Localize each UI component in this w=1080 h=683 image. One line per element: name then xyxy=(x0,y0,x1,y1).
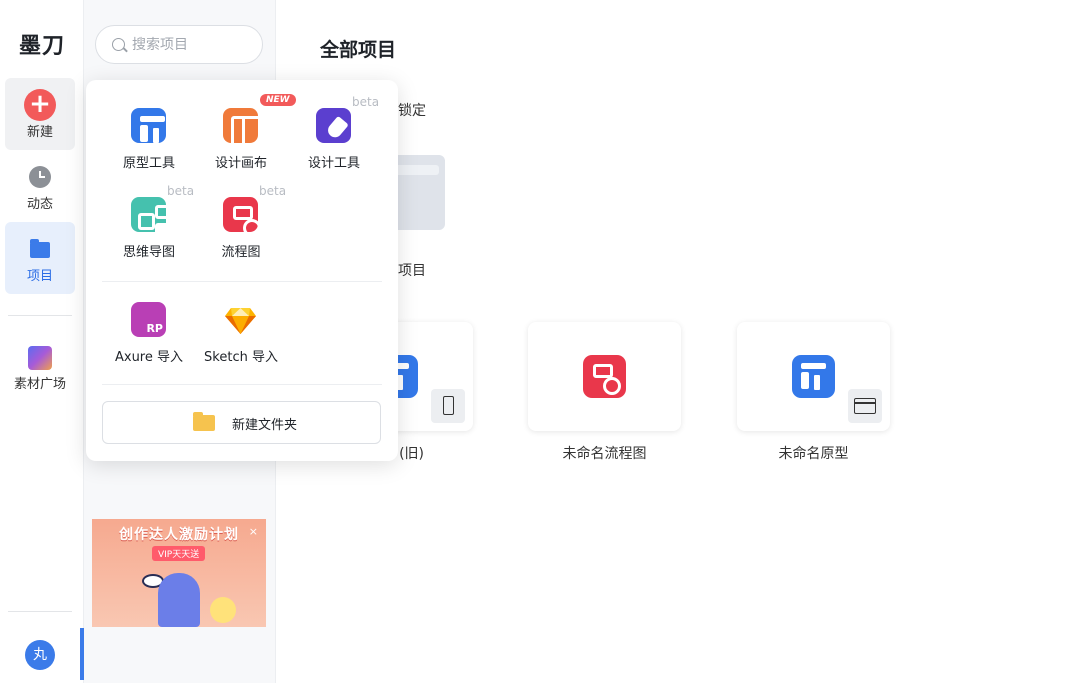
rail-item-activity[interactable]: 动态 xyxy=(5,150,75,222)
mindmap-icon xyxy=(131,197,172,232)
page-title: 全部项目 xyxy=(320,39,397,61)
menu-item-label: Axure 导入 xyxy=(114,350,183,365)
folder-icon xyxy=(193,412,215,431)
new-folder-button[interactable]: 新建文件夹 xyxy=(102,401,381,444)
rail-item-projects[interactable]: 项目 xyxy=(5,222,75,294)
project-card[interactable] xyxy=(528,322,681,431)
menu-item-label: Sketch 导入 xyxy=(204,350,278,365)
rail-divider xyxy=(8,315,72,316)
banner-title: 创作达人激励计划 xyxy=(119,527,239,543)
rail-item-label: 新建 xyxy=(26,125,53,140)
menu-item-flowchart[interactable]: 流程图 xyxy=(196,197,286,267)
new-badge: NEW xyxy=(260,94,296,106)
flowchart-icon xyxy=(583,355,626,398)
phone-icon xyxy=(443,396,454,415)
popup-divider xyxy=(102,281,382,282)
menu-item-label: 思维导图 xyxy=(122,245,175,260)
folder-icon xyxy=(30,239,50,258)
menu-item-prototype-tool[interactable]: 原型工具 xyxy=(104,108,194,178)
beta-badge: beta xyxy=(259,184,287,198)
rail-divider xyxy=(8,611,72,612)
project-card-label: 未命名原型 xyxy=(778,446,849,462)
menu-item-label: 设计画布 xyxy=(214,156,267,171)
folder-name: 项目 xyxy=(398,263,426,279)
menu-item-label: 原型工具 xyxy=(122,156,175,171)
browser-icon xyxy=(854,398,876,414)
rail-item-new[interactable]: + 新建 xyxy=(5,78,75,150)
new-item-popup: 原型工具 设计画布 NEW 设计工具 beta 思维导图 beta 流程图 be… xyxy=(86,80,398,461)
popup-divider xyxy=(102,384,382,385)
menu-item-design-tool[interactable]: 设计工具 xyxy=(289,108,379,178)
project-card[interactable] xyxy=(737,322,890,431)
rail-item-assets[interactable]: 素材广场 xyxy=(5,330,75,402)
beta-badge: beta xyxy=(352,95,380,109)
assets-icon xyxy=(28,346,52,370)
promo-banner[interactable]: 创作达人激励计划 VIP天天送 × xyxy=(92,519,266,627)
menu-item-label: 流程图 xyxy=(221,245,261,260)
left-rail: 墨刀 + 新建 动态 项目 素材广场 丸 xyxy=(0,0,84,683)
clock-icon xyxy=(29,166,51,188)
plus-icon: + xyxy=(24,89,56,121)
close-icon[interactable]: × xyxy=(249,525,258,538)
user-avatar[interactable]: 丸 xyxy=(25,640,55,670)
rail-item-label: 项目 xyxy=(26,269,53,284)
project-card-label: 未命名流程图 xyxy=(562,446,647,462)
sketch-icon xyxy=(223,302,258,337)
search-icon xyxy=(112,38,125,51)
new-folder-label: 新建文件夹 xyxy=(232,418,298,433)
browser-badge xyxy=(848,389,882,423)
phone-badge xyxy=(431,389,465,423)
rail-item-label: 素材广场 xyxy=(13,377,66,392)
banner-badge: VIP天天送 xyxy=(152,546,206,561)
menu-item-axure-import[interactable]: Axure 导入 xyxy=(104,302,194,372)
menu-item-mindmap[interactable]: 思维导图 xyxy=(104,197,194,267)
prototype-icon xyxy=(131,108,166,143)
rail-item-label: 动态 xyxy=(26,197,53,212)
search-input[interactable] xyxy=(132,34,252,56)
menu-item-design-canvas[interactable]: 设计画布 xyxy=(196,108,286,178)
bulb-illustration xyxy=(210,597,236,623)
design-canvas-icon xyxy=(223,108,264,149)
pinned-section-label: 锁定 xyxy=(398,103,426,119)
search-box[interactable] xyxy=(95,25,263,64)
axure-icon xyxy=(131,302,166,337)
menu-item-label: 设计工具 xyxy=(307,156,360,171)
flowchart-icon xyxy=(223,197,261,237)
beta-badge: beta xyxy=(167,184,195,198)
design-tool-icon xyxy=(316,108,351,143)
menu-item-sketch-import[interactable]: Sketch 导入 xyxy=(196,302,286,372)
app-logo: 墨刀 xyxy=(18,34,65,59)
person-illustration xyxy=(158,573,200,627)
prototype-icon xyxy=(792,355,835,398)
